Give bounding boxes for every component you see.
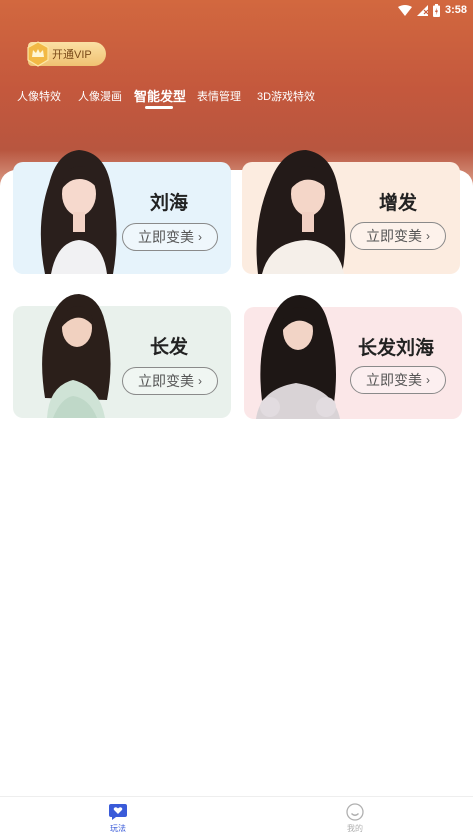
card-title: 刘海 xyxy=(150,193,189,214)
button-label: 立即变美 xyxy=(138,229,194,245)
chevron-right-icon: › xyxy=(426,373,430,387)
nav-item-mine[interactable]: 我的 xyxy=(325,803,385,834)
beautify-now-button[interactable]: 立即变美 › xyxy=(122,223,218,251)
tab-expression-management[interactable]: 表情管理 xyxy=(197,88,241,104)
button-label: 立即变美 xyxy=(138,373,194,389)
tab-smart-hairstyle[interactable]: 智能发型 xyxy=(134,86,186,105)
status-icons: 3:58 xyxy=(397,2,467,18)
hairstyle-card-hair-volume[interactable]: 增发 立即变美 › xyxy=(242,150,460,274)
hairstyle-card-long-hair[interactable]: 长发 立即变美 › xyxy=(13,294,231,418)
heart-chat-icon xyxy=(109,804,127,820)
nav-label-mine: 我的 xyxy=(347,824,363,833)
tab-3d-game-effects[interactable]: 3D游戏特效 xyxy=(257,88,315,104)
nav-label-play: 玩法 xyxy=(110,824,126,833)
card-title: 长发 xyxy=(150,337,189,358)
nav-item-play[interactable]: 玩法 xyxy=(88,803,148,834)
card-title: 增发 xyxy=(379,193,418,214)
chevron-right-icon: › xyxy=(426,229,430,243)
button-label: 立即变美 xyxy=(366,372,422,388)
smiley-icon xyxy=(346,803,364,821)
portrait-image xyxy=(256,295,340,419)
bottom-navigation: 玩法 我的 xyxy=(0,796,473,840)
vip-button[interactable]: 开通VIP xyxy=(27,41,106,67)
beautify-now-button[interactable]: 立即变美 › xyxy=(350,222,446,250)
button-label: 立即变美 xyxy=(366,228,422,244)
chevron-right-icon: › xyxy=(198,374,202,388)
wifi-icon xyxy=(397,4,412,16)
status-bar: 3:58 xyxy=(0,0,473,20)
battery-icon xyxy=(432,3,440,17)
hairstyle-card-long-hair-bangs[interactable]: 长发刘海 立即变美 › xyxy=(244,295,462,419)
chevron-right-icon: › xyxy=(198,230,202,244)
tab-portrait-effects[interactable]: 人像特效 xyxy=(17,88,61,104)
portrait-image xyxy=(40,150,117,274)
portrait-image xyxy=(42,294,111,418)
beautify-now-button[interactable]: 立即变美 › xyxy=(350,366,446,394)
portrait-image xyxy=(256,150,346,274)
tab-portrait-comics[interactable]: 人像漫画 xyxy=(78,88,122,104)
hairstyle-card-bangs[interactable]: 刘海 立即变美 › xyxy=(13,150,231,274)
status-time: 3:58 xyxy=(444,4,467,16)
crown-badge-icon xyxy=(27,41,49,67)
category-tabs: 人像特效 人像漫画 智能发型 表情管理 3D游戏特效 xyxy=(0,84,473,112)
active-tab-indicator xyxy=(145,106,173,109)
vip-label: 开通VIP xyxy=(52,49,92,61)
card-title: 长发刘海 xyxy=(358,338,435,359)
beautify-now-button[interactable]: 立即变美 › xyxy=(122,367,218,395)
signal-icon xyxy=(416,4,428,16)
